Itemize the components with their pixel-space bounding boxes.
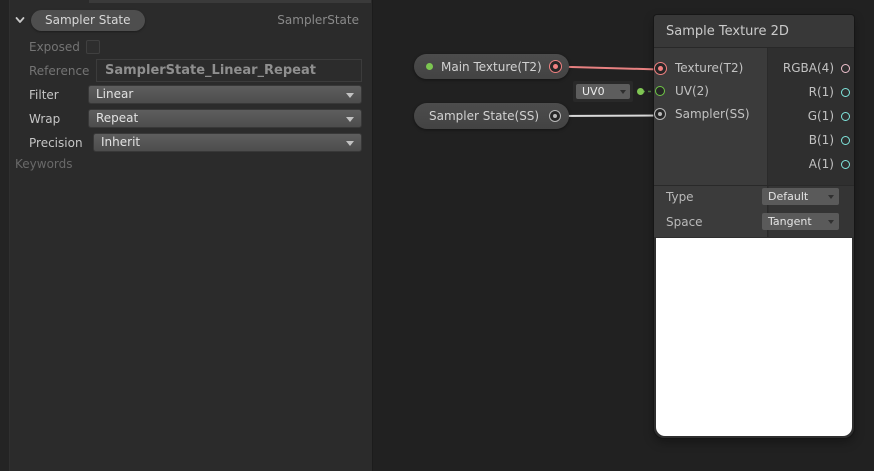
output-port-sampler[interactable] <box>549 110 561 122</box>
filter-label: Filter <box>29 88 59 102</box>
input-port-label: Texture(T2) <box>675 61 744 75</box>
node-preview <box>656 238 852 436</box>
precision-value: Inherit <box>101 135 141 149</box>
reference-input[interactable]: SamplerState_Linear_Repeat <box>96 59 362 82</box>
node-label: Main Texture(T2) <box>441 59 542 74</box>
input-port-sampler[interactable] <box>654 108 666 120</box>
wrap-value: Repeat <box>96 111 139 125</box>
space-label: Space <box>666 215 703 229</box>
keywords-section-label: Keywords <box>15 157 73 171</box>
output-row-r: R(1) <box>809 81 850 103</box>
reference-label: Reference <box>29 64 90 78</box>
output-row-b: B(1) <box>809 129 850 151</box>
exposed-checkbox[interactable] <box>86 40 100 54</box>
output-port-b[interactable] <box>841 135 850 145</box>
output-row-g: G(1) <box>808 105 850 127</box>
chevron-down-icon <box>620 90 626 94</box>
input-port-texture[interactable] <box>653 61 667 75</box>
node-sample-texture-2d[interactable]: Sample Texture 2D Texture(T2) UV(2) Samp… <box>653 15 854 438</box>
output-port-r[interactable] <box>841 87 850 97</box>
node-title: Sample Texture 2D <box>654 15 854 48</box>
output-port-label: R(1) <box>808 85 834 99</box>
wrap-dropdown[interactable]: Repeat <box>88 109 362 128</box>
precision-label: Precision <box>29 136 83 150</box>
input-row-sampler: Sampler(SS) <box>654 103 750 125</box>
uv-channel-dropdown[interactable]: UV0 <box>573 81 633 102</box>
clipped-field-above <box>89 0 371 3</box>
wrap-label: Wrap <box>29 112 61 126</box>
input-row-texture: Texture(T2) <box>653 57 744 79</box>
output-row-a: A(1) <box>809 153 850 175</box>
output-port-label: A(1) <box>808 157 834 171</box>
input-port-uv[interactable] <box>655 86 665 96</box>
output-port-g[interactable] <box>841 111 850 121</box>
input-port-label: Sampler(SS) <box>675 107 750 121</box>
edge-texture[interactable] <box>553 65 661 71</box>
panel-left-gutter <box>0 0 9 471</box>
space-dropdown[interactable]: Tangent <box>762 213 839 230</box>
output-port-label: RGBA(4) <box>782 61 834 75</box>
chevron-down-icon <box>828 195 834 199</box>
exposed-dot-icon <box>426 63 433 70</box>
output-row-rgba: RGBA(4) <box>783 57 850 79</box>
output-port-label: G(1) <box>807 109 834 123</box>
chevron-down-icon <box>346 141 354 146</box>
property-type-label: SamplerState <box>277 13 359 27</box>
shader-graph-window: Sampler State SamplerState Exposed Refer… <box>0 0 874 471</box>
node-label: Sampler State(SS) <box>429 109 540 123</box>
edge-sampler[interactable] <box>554 114 661 117</box>
input-port-label: UV(2) <box>675 84 709 98</box>
node-settings-panel: Sampler State SamplerState Exposed Refer… <box>9 0 373 471</box>
node-sampler-state[interactable]: Sampler State(SS) <box>414 103 569 129</box>
output-port-texture[interactable] <box>549 60 562 73</box>
filter-dropdown[interactable]: Linear <box>88 85 362 104</box>
exposed-label: Exposed <box>29 40 80 54</box>
type-label: Type <box>666 190 694 204</box>
uv-default-stub-icon <box>637 88 644 95</box>
chevron-down-icon <box>346 117 354 122</box>
output-port-rgba[interactable] <box>841 63 850 73</box>
space-value: Tangent <box>768 215 812 228</box>
node-controls-section: Type Default Space Tangent <box>654 185 854 237</box>
type-dropdown[interactable]: Default <box>762 188 839 205</box>
chevron-down-icon[interactable] <box>14 14 26 26</box>
input-row-uv: UV(2) <box>654 80 709 102</box>
filter-value: Linear <box>96 87 134 101</box>
node-main-texture[interactable]: Main Texture(T2) <box>414 54 569 79</box>
output-port-label: B(1) <box>808 133 834 147</box>
output-port-a[interactable] <box>841 159 850 169</box>
chevron-down-icon <box>828 220 834 224</box>
uv-channel-value: UV0 <box>582 85 605 98</box>
precision-dropdown[interactable]: Inherit <box>93 133 362 152</box>
chevron-down-icon <box>346 93 354 98</box>
node-port-section: Texture(T2) UV(2) Sampler(SS) RGBA(4) R(… <box>653 48 854 185</box>
type-value: Default <box>768 190 809 203</box>
property-pill-sampler-state[interactable]: Sampler State <box>31 10 145 31</box>
